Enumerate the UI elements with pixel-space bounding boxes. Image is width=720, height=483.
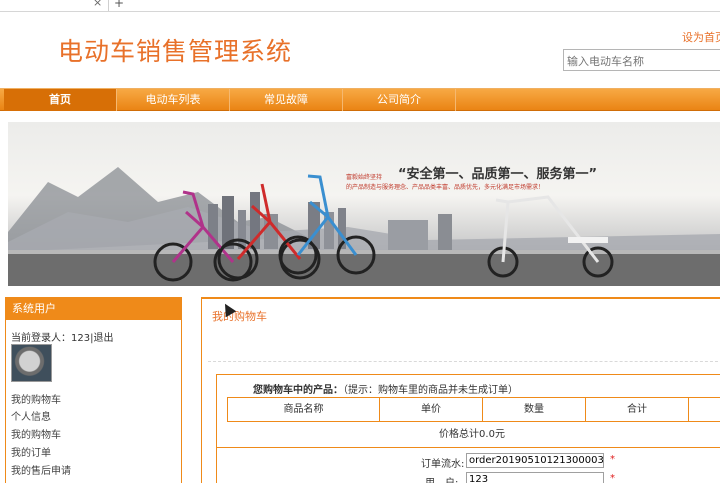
cart-total: 价格总计0.0元	[217, 422, 720, 448]
breadcrumb: 我的购物车	[212, 310, 267, 323]
cart-table: 您购物车中的产品：（提示：购物车里的商品并未生成订单） 商品名称 单价 数量 合…	[216, 374, 720, 483]
slogan-prefix: 富毅始终坚持	[346, 174, 383, 181]
sidebar-item-after-sales[interactable]: 我的售后申请	[11, 462, 71, 477]
order-number-label: 订单流水:	[421, 459, 465, 470]
nav-item-home[interactable]: 首页	[4, 89, 117, 111]
col-product-name: 商品名称	[227, 398, 379, 422]
avatar	[11, 344, 52, 382]
site-title: 电动车销售管理系统	[58, 37, 293, 66]
cart-caption-title: 您购物车中的产品：	[253, 385, 343, 396]
slogan-sub: 的产品制造与服务理念、产品品类丰富、品质优先，多元化满足市场需求！	[346, 184, 545, 191]
slogan-main: “安全第一、品质第一、服务第一”	[398, 167, 598, 182]
set-home-link[interactable]: 设为首页	[682, 29, 720, 45]
required-mark: *	[610, 473, 615, 483]
browser-tab-strip: × +	[0, 0, 720, 12]
nav-item-ebike-list[interactable]: 电动车列表	[117, 89, 230, 111]
banner-illustration	[8, 167, 720, 286]
col-action	[688, 398, 720, 422]
user-field[interactable]: 123	[466, 472, 604, 483]
user-sidebar: 系统用户 当前登录人：123|退出 我的购物车 个人信息 我的购物车 我的订单 …	[5, 297, 182, 483]
sidebar-item-orders[interactable]: 我的订单	[11, 444, 51, 459]
main-content: 我的购物车 您购物车中的产品：（提示：购物车里的商品并未生成订单） 商品名称 单…	[201, 297, 720, 483]
required-mark: *	[610, 454, 615, 465]
nav-item-faults[interactable]: 常见故障	[230, 89, 343, 111]
search-input[interactable]	[563, 49, 720, 71]
login-status[interactable]: 当前登录人：123|退出	[11, 329, 113, 344]
divider	[208, 361, 720, 362]
sidebar-item-profile[interactable]: 个人信息	[11, 408, 51, 423]
new-tab-icon[interactable]: +	[114, 0, 124, 9]
cart-header-row: 商品名称 单价 数量 合计	[227, 397, 720, 422]
sidebar-item-cart-2[interactable]: 我的购物车	[11, 426, 61, 441]
nav-item-about[interactable]: 公司简介	[343, 89, 456, 111]
tab-divider	[108, 0, 109, 11]
col-unit-price: 单价	[379, 398, 482, 422]
sidebar-title: 系统用户	[6, 298, 181, 320]
cart-caption-hint: （提示：购物车里的商品并未生成订单）	[343, 385, 518, 396]
col-subtotal: 合计	[585, 398, 688, 422]
order-number-field[interactable]: order20190510121300003​2	[466, 453, 604, 468]
sidebar-item-cart[interactable]: 我的购物车	[11, 391, 61, 406]
close-tab-icon[interactable]: ×	[93, 0, 102, 9]
col-quantity: 数量	[482, 398, 585, 422]
promo-banner: 富毅始终坚持 “安全第一、品质第一、服务第一” 的产品制造与服务理念、产品品类丰…	[8, 122, 720, 286]
cart-caption: 您购物车中的产品：（提示：购物车里的商品并未生成订单）	[253, 381, 518, 396]
user-label: 用 户:	[425, 474, 458, 483]
main-nav: 首页 电动车列表 常见故障 公司简介	[0, 88, 720, 111]
